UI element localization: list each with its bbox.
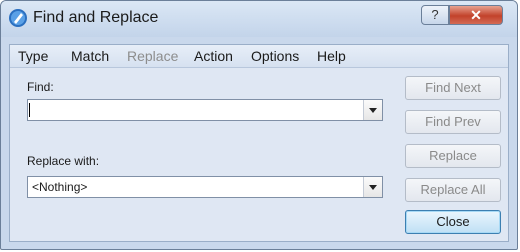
menu-bar: Type Match Replace Action Options Help [10,45,508,68]
find-label: Find: [27,80,54,94]
chevron-down-icon [369,108,377,113]
replace-all-button[interactable]: Replace All [405,178,501,202]
text-caret [29,103,30,117]
window-title: Find and Replace [33,9,159,26]
help-button[interactable]: ? [421,5,449,25]
menu-match[interactable]: Match [71,48,109,64]
menu-type[interactable]: Type [18,48,48,64]
help-icon: ? [431,7,439,22]
find-combobox[interactable] [27,99,383,121]
find-replace-window: Find and Replace ? ✕ Type Match Replace … [0,0,518,250]
close-button[interactable]: Close [405,210,501,234]
replace-button[interactable]: Replace [405,144,501,168]
menu-replace[interactable]: Replace [127,48,178,64]
chevron-down-icon [369,185,377,190]
menu-options[interactable]: Options [251,48,299,64]
find-next-button[interactable]: Find Next [405,76,501,100]
replace-value: <Nothing> [32,180,88,194]
close-icon: ✕ [470,7,482,23]
pen-icon [9,9,27,27]
find-dropdown-button[interactable] [363,100,382,120]
title-bar: Find and Replace ? ✕ [1,1,517,37]
find-prev-button[interactable]: Find Prev [405,110,501,134]
window-close-button[interactable]: ✕ [449,5,503,25]
menu-help[interactable]: Help [317,48,346,64]
replace-label: Replace with: [27,154,100,168]
replace-dropdown-button[interactable] [363,177,382,197]
replace-combobox[interactable]: <Nothing> [27,176,383,198]
menu-action[interactable]: Action [194,48,233,64]
dialog-client: Type Match Replace Action Options Help F… [9,44,509,242]
